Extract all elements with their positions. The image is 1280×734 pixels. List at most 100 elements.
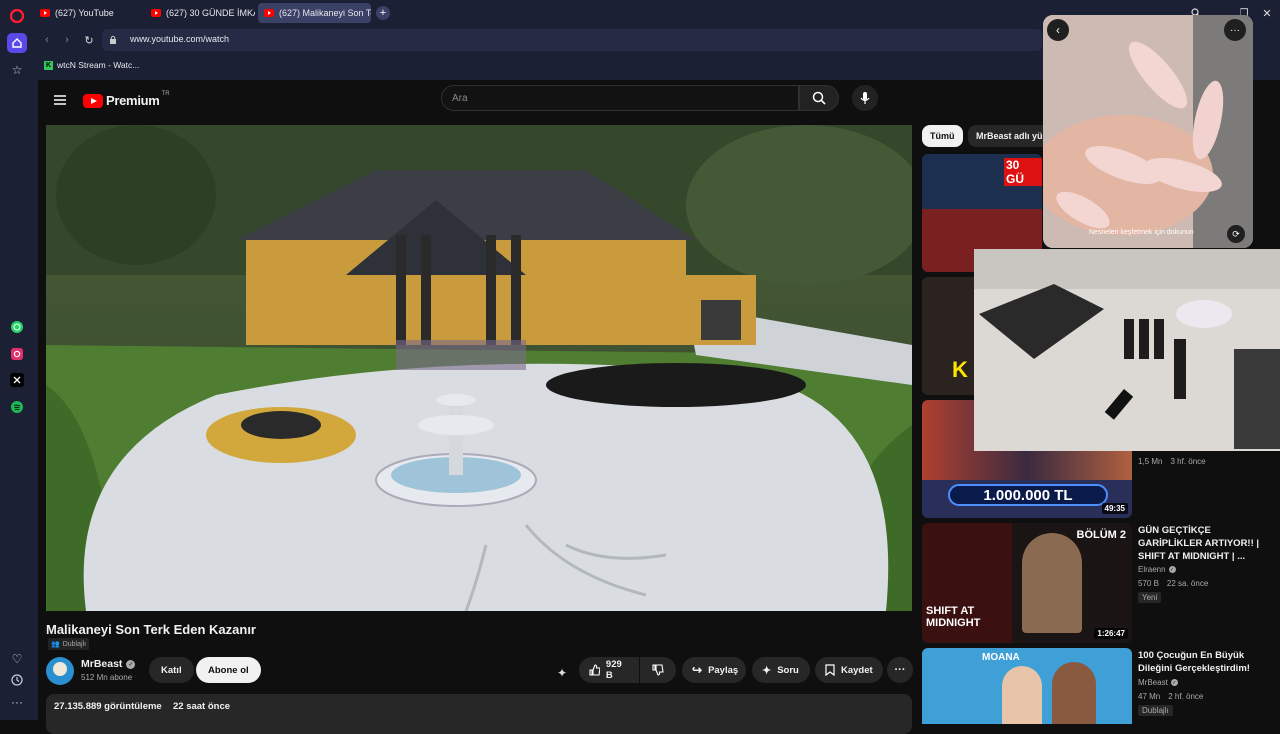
upload-age: 22 saat önce	[173, 701, 231, 712]
share-button[interactable]: ↪ Paylaş	[682, 657, 746, 683]
verified-check-icon: ✓	[1170, 679, 1178, 686]
thumbs-down-icon	[652, 664, 664, 676]
chip-label: Tümü	[930, 131, 955, 141]
pip-desk-image	[974, 249, 1280, 451]
subscribe-button[interactable]: Abone ol	[196, 657, 261, 683]
tab-label: (627) YouTube	[55, 8, 114, 18]
chip-mrbeast[interactable]: MrBeast adlı yü	[968, 125, 1048, 147]
sparkle-icon: ✦	[762, 664, 772, 677]
star-icon[interactable]: ☆	[7, 60, 27, 80]
whatsapp-icon[interactable]	[7, 317, 27, 337]
effects-icon[interactable]: ✦	[553, 664, 571, 682]
video-title: Malikaneyi Son Terk Eden Kazanır	[46, 622, 256, 637]
instagram-icon[interactable]	[7, 344, 27, 364]
reload-icon[interactable]: ↻	[82, 33, 96, 47]
more-icon[interactable]: ···	[7, 692, 27, 712]
opera-logo-icon[interactable]	[7, 6, 27, 26]
lens-popup[interactable]: ‹ ··· Nesneleri keşfetmek için dokunun ⟳	[1043, 15, 1253, 248]
meta-views: 47 Mn	[1138, 692, 1161, 701]
picture-in-picture-video[interactable]	[974, 249, 1280, 451]
dislike-button[interactable]	[640, 657, 676, 683]
kick-favicon-icon: K	[44, 60, 53, 70]
search-button[interactable]	[799, 85, 839, 111]
join-label: Katıl	[161, 664, 182, 676]
heart-icon[interactable]: ♡	[7, 649, 27, 669]
search-input[interactable]: Ara	[441, 85, 799, 111]
opera-sidebar: ☆ ♡ ···	[0, 0, 34, 720]
verified-check-icon: ✓	[126, 659, 136, 669]
tab-label: (627) Malikaneyi Son Terk	[279, 8, 371, 18]
more-actions-icon[interactable]: ···	[887, 657, 913, 683]
related-2-title[interactable]: GÜN GEÇTİKÇE GARİPLİKLER ARTIYOR!! | SHI…	[1138, 524, 1268, 563]
home-icon[interactable]	[7, 33, 27, 53]
nails-image	[1043, 15, 1253, 248]
popup-back-icon[interactable]: ‹	[1047, 19, 1069, 41]
video-frame-mansion	[46, 125, 912, 611]
new-tab-plus-icon[interactable]: +	[376, 6, 390, 20]
chip-label: MrBeast adlı yü	[976, 131, 1043, 141]
history-icon[interactable]	[7, 670, 27, 690]
forward-icon[interactable]: ›	[60, 33, 74, 47]
hamburger-menu-icon[interactable]	[52, 92, 68, 108]
video-player[interactable]	[46, 125, 912, 611]
new-badge: Yeni	[1138, 592, 1162, 603]
related-3-title[interactable]: 100 Çocuğun En Büyük Dileğini Gerçekleşt…	[1138, 649, 1273, 675]
channel-name: Elraenn	[1138, 565, 1166, 574]
join-button[interactable]: Katıl	[149, 657, 194, 683]
related-thumb-4[interactable]: BÖLÜM 2 SHIFT AT MIDNIGHT 1:26:47	[922, 523, 1132, 643]
channel-name-row[interactable]: MrBeast ✓	[81, 658, 136, 670]
youtube-play-logo-icon	[83, 93, 103, 108]
url-field[interactable]: www.youtube.com/watch	[102, 29, 1042, 51]
subscribe-label: Abone ol	[208, 664, 249, 676]
channel-name[interactable]: MrBeast	[81, 658, 122, 670]
related-2-channel-row[interactable]: Elraenn ✓	[1138, 564, 1176, 575]
meta-views: 1,5 Mn	[1138, 457, 1163, 466]
related-thumb-5[interactable]: MOANA	[922, 648, 1132, 724]
search-icon	[812, 91, 826, 105]
related-3-channel-row[interactable]: MrBeast ✓	[1138, 677, 1178, 688]
youtube-favicon-icon	[264, 9, 274, 17]
spotify-icon[interactable]	[7, 397, 27, 417]
share-arrow-icon: ↪	[692, 663, 703, 677]
related-1-meta: 1,5 Mn 3 hf. önce	[1138, 456, 1206, 467]
share-label: Paylaş	[708, 664, 739, 676]
channel-avatar[interactable]	[46, 657, 74, 685]
close-window-icon[interactable]: ✕	[1260, 6, 1274, 20]
x-twitter-icon[interactable]	[7, 370, 27, 390]
youtube-logo[interactable]: Premium TR	[83, 91, 170, 108]
lock-icon	[108, 34, 118, 46]
lens-search-icon[interactable]: ⟳	[1227, 225, 1245, 243]
thumb5-overlay: MOANA	[982, 652, 1020, 663]
like-count: 929 B	[605, 659, 622, 681]
thumb4-overlay-bottom: SHIFT AT MIDNIGHT	[926, 605, 981, 629]
youtube-favicon-icon	[40, 9, 50, 17]
back-icon[interactable]: ‹	[40, 33, 54, 47]
bookmark-label: wtcN Stream - Watc...	[57, 60, 140, 70]
tab-youtube[interactable]: (627) YouTube	[34, 3, 144, 23]
dubbed-badge: Dublajlı	[1138, 705, 1173, 716]
bookmark-wtcn[interactable]: K wtcN Stream - Watc...	[44, 58, 139, 72]
thumbs-up-icon	[589, 664, 600, 676]
popup-menu-icon[interactable]: ···	[1224, 19, 1246, 41]
meta-views: 570 B	[1138, 579, 1159, 588]
voice-search-button[interactable]	[852, 85, 878, 111]
dubbed-label: Dublajlı	[62, 640, 87, 648]
subscriber-count: 512 Mn abone	[81, 673, 133, 682]
verified-check-icon: ✓	[1168, 566, 1176, 573]
bookmark-icon	[825, 664, 835, 676]
meta-age: 3 hf. önce	[1170, 457, 1206, 466]
tab-30-gunde[interactable]: (627) 30 GÜNDE İMKANSIZ	[145, 3, 255, 23]
duration-badge: 49:35	[1101, 503, 1128, 514]
description-box[interactable]: 27.135.889 görüntüleme 22 saat önce	[46, 694, 912, 734]
save-button[interactable]: Kaydet	[815, 657, 883, 683]
meta-age: 2 hf. önce	[1168, 692, 1204, 701]
like-button[interactable]: 929 B	[579, 657, 639, 683]
tab-malikaneyi-active[interactable]: (627) Malikaneyi Son Terk	[258, 3, 371, 23]
ask-button[interactable]: ✦ Soru	[752, 657, 810, 683]
tab-label: (627) 30 GÜNDE İMKANSIZ	[166, 8, 255, 18]
duration-badge: 1:26:47	[1094, 628, 1128, 639]
dubbed-badge: 👥 Dublajlı	[48, 638, 90, 650]
thumb4-face	[1022, 533, 1082, 633]
chip-all[interactable]: Tümü	[922, 125, 963, 147]
logo-region: TR	[161, 91, 170, 97]
